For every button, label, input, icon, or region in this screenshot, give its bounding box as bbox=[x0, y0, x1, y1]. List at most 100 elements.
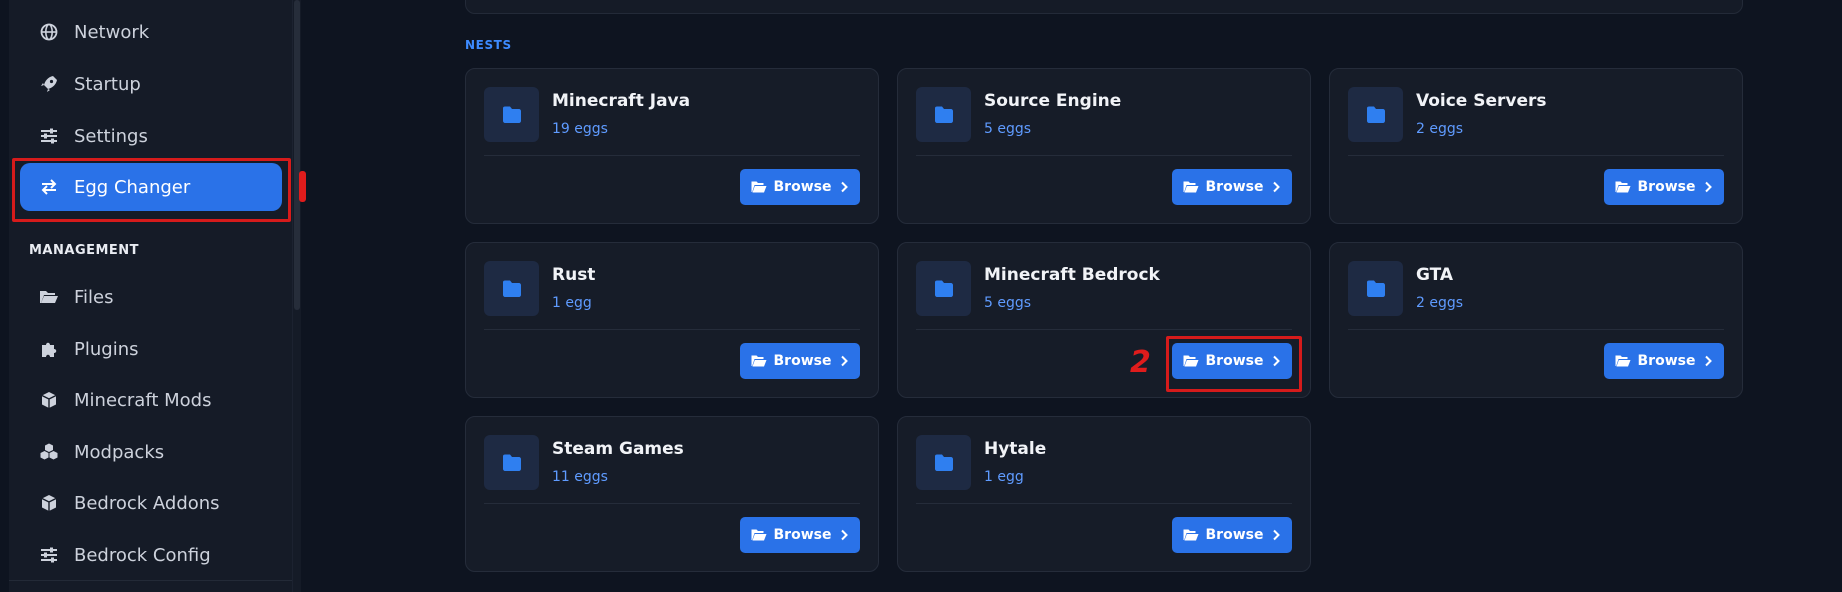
chevron-right-icon bbox=[839, 355, 849, 367]
folder-open-icon bbox=[1615, 180, 1631, 194]
sidebar-item-startup[interactable]: Startup bbox=[10, 62, 280, 106]
sliders-icon bbox=[38, 125, 60, 147]
top-panel bbox=[465, 0, 1743, 14]
sidebar-item-bedrock-config[interactable]: Bedrock Config bbox=[10, 533, 280, 577]
highlight-box bbox=[12, 158, 291, 222]
sidebar-item-label: Plugins bbox=[74, 338, 139, 360]
sidebar-scrollbar[interactable] bbox=[292, 0, 301, 592]
folder-icon bbox=[1348, 261, 1403, 316]
browse-button[interactable]: Browse bbox=[1604, 169, 1724, 205]
chevron-right-icon bbox=[839, 181, 849, 193]
nest-title: GTA bbox=[1416, 265, 1454, 285]
folder-icon bbox=[916, 261, 971, 316]
folder-icon bbox=[484, 261, 539, 316]
nest-title: Minecraft Java bbox=[552, 91, 691, 111]
nest-title: Steam Games bbox=[552, 439, 684, 459]
browse-button[interactable]: Browse bbox=[1172, 169, 1292, 205]
card-divider bbox=[916, 503, 1292, 504]
browse-label: Browse bbox=[773, 353, 832, 369]
browse-button[interactable]: Browse bbox=[740, 169, 860, 205]
folder-open-icon bbox=[751, 528, 767, 542]
card-divider bbox=[484, 503, 860, 504]
folder-open-icon bbox=[1615, 354, 1631, 368]
browse-button[interactable]: Browse bbox=[1604, 343, 1724, 379]
chevron-right-icon bbox=[1703, 181, 1713, 193]
sidebar-item-label: Modpacks bbox=[74, 441, 165, 463]
nest-title: Voice Servers bbox=[1416, 91, 1547, 111]
folder-icon bbox=[1348, 87, 1403, 142]
cubes-icon bbox=[38, 441, 60, 463]
nest-title: Minecraft Bedrock bbox=[984, 265, 1160, 285]
sidebar-item-plugins[interactable]: Plugins bbox=[10, 327, 280, 371]
browse-label: Browse bbox=[1205, 179, 1264, 195]
browse-button[interactable]: Browse bbox=[1172, 517, 1292, 553]
sidebar-item-label: Settings bbox=[74, 125, 148, 147]
card-divider bbox=[916, 329, 1292, 330]
card-divider bbox=[484, 155, 860, 156]
nest-card-minecraft-java: Minecraft Java 19 eggs Browse bbox=[465, 68, 879, 224]
sliders-icon bbox=[38, 544, 60, 566]
card-divider bbox=[484, 329, 860, 330]
cube-icon bbox=[38, 492, 60, 514]
folder-icon bbox=[916, 435, 971, 490]
nest-title: Rust bbox=[552, 265, 596, 285]
folder-icon bbox=[484, 435, 539, 490]
sidebar-item-label: Bedrock Addons bbox=[74, 492, 220, 514]
globe-icon bbox=[38, 21, 60, 43]
nest-egg-count: 5 eggs bbox=[984, 295, 1032, 311]
chevron-right-icon bbox=[839, 529, 849, 541]
sidebar-item-label: Files bbox=[74, 286, 114, 308]
step-number-annotation: 2 bbox=[1130, 345, 1151, 380]
folder-open-icon bbox=[751, 180, 767, 194]
card-divider bbox=[1348, 155, 1724, 156]
nest-egg-count: 1 egg bbox=[552, 295, 592, 311]
sidebar-scroll-thumb[interactable] bbox=[294, 0, 300, 310]
sidebar-item-minecraft-mods[interactable]: Minecraft Mods bbox=[10, 378, 280, 422]
nest-card-hytale: Hytale 1 egg Browse bbox=[897, 416, 1311, 572]
rocket-icon bbox=[38, 73, 60, 95]
nest-egg-count: 19 eggs bbox=[552, 121, 608, 137]
chevron-right-icon bbox=[1271, 529, 1281, 541]
browse-button[interactable]: Browse bbox=[740, 517, 860, 553]
folder-icon bbox=[916, 87, 971, 142]
folder-open-icon bbox=[1183, 180, 1199, 194]
chevron-right-icon bbox=[1271, 181, 1281, 193]
folder-open-icon bbox=[38, 286, 60, 308]
folder-icon bbox=[484, 87, 539, 142]
card-divider bbox=[916, 155, 1292, 156]
nest-egg-count: 11 eggs bbox=[552, 469, 608, 485]
nest-card-rust: Rust 1 egg Browse bbox=[465, 242, 879, 398]
nest-egg-count: 5 eggs bbox=[984, 121, 1032, 137]
sidebar-item-settings[interactable]: Settings bbox=[10, 114, 280, 158]
nest-egg-count: 1 egg bbox=[984, 469, 1024, 485]
scroll-indicator bbox=[299, 171, 306, 202]
browse-button[interactable]: Browse bbox=[740, 343, 860, 379]
nest-card-source-engine: Source Engine 5 eggs Browse bbox=[897, 68, 1311, 224]
chevron-right-icon bbox=[1703, 355, 1713, 367]
sidebar-item-modpacks[interactable]: Modpacks bbox=[10, 430, 280, 474]
browse-label: Browse bbox=[1205, 527, 1264, 543]
sidebar-item-label: Startup bbox=[74, 73, 141, 95]
sidebar-item-files[interactable]: Files bbox=[10, 275, 280, 319]
folder-open-icon bbox=[1183, 528, 1199, 542]
nest-card-voice-servers: Voice Servers 2 eggs Browse bbox=[1329, 68, 1743, 224]
folder-open-icon bbox=[751, 354, 767, 368]
sidebar-item-bedrock-addons[interactable]: Bedrock Addons bbox=[10, 481, 280, 525]
card-divider bbox=[1348, 329, 1724, 330]
sidebar-item-network[interactable]: Network bbox=[10, 10, 280, 54]
cube-icon bbox=[38, 389, 60, 411]
nest-card-gta: GTA 2 eggs Browse bbox=[1329, 242, 1743, 398]
browse-label: Browse bbox=[773, 527, 832, 543]
browse-label: Browse bbox=[773, 179, 832, 195]
nest-title: Source Engine bbox=[984, 91, 1122, 111]
sidebar-item-label: Network bbox=[74, 21, 150, 43]
nest-egg-count: 2 eggs bbox=[1416, 121, 1464, 137]
nests-section-label: NESTS bbox=[465, 38, 512, 52]
nest-egg-count: 2 eggs bbox=[1416, 295, 1464, 311]
browse-label: Browse bbox=[1637, 179, 1696, 195]
browse-label: Browse bbox=[1637, 353, 1696, 369]
sidebar-item-label: Minecraft Mods bbox=[74, 389, 212, 411]
sidebar-item-label: Bedrock Config bbox=[74, 544, 211, 566]
nest-title: Hytale bbox=[984, 439, 1047, 459]
sidebar-divider bbox=[9, 580, 292, 581]
